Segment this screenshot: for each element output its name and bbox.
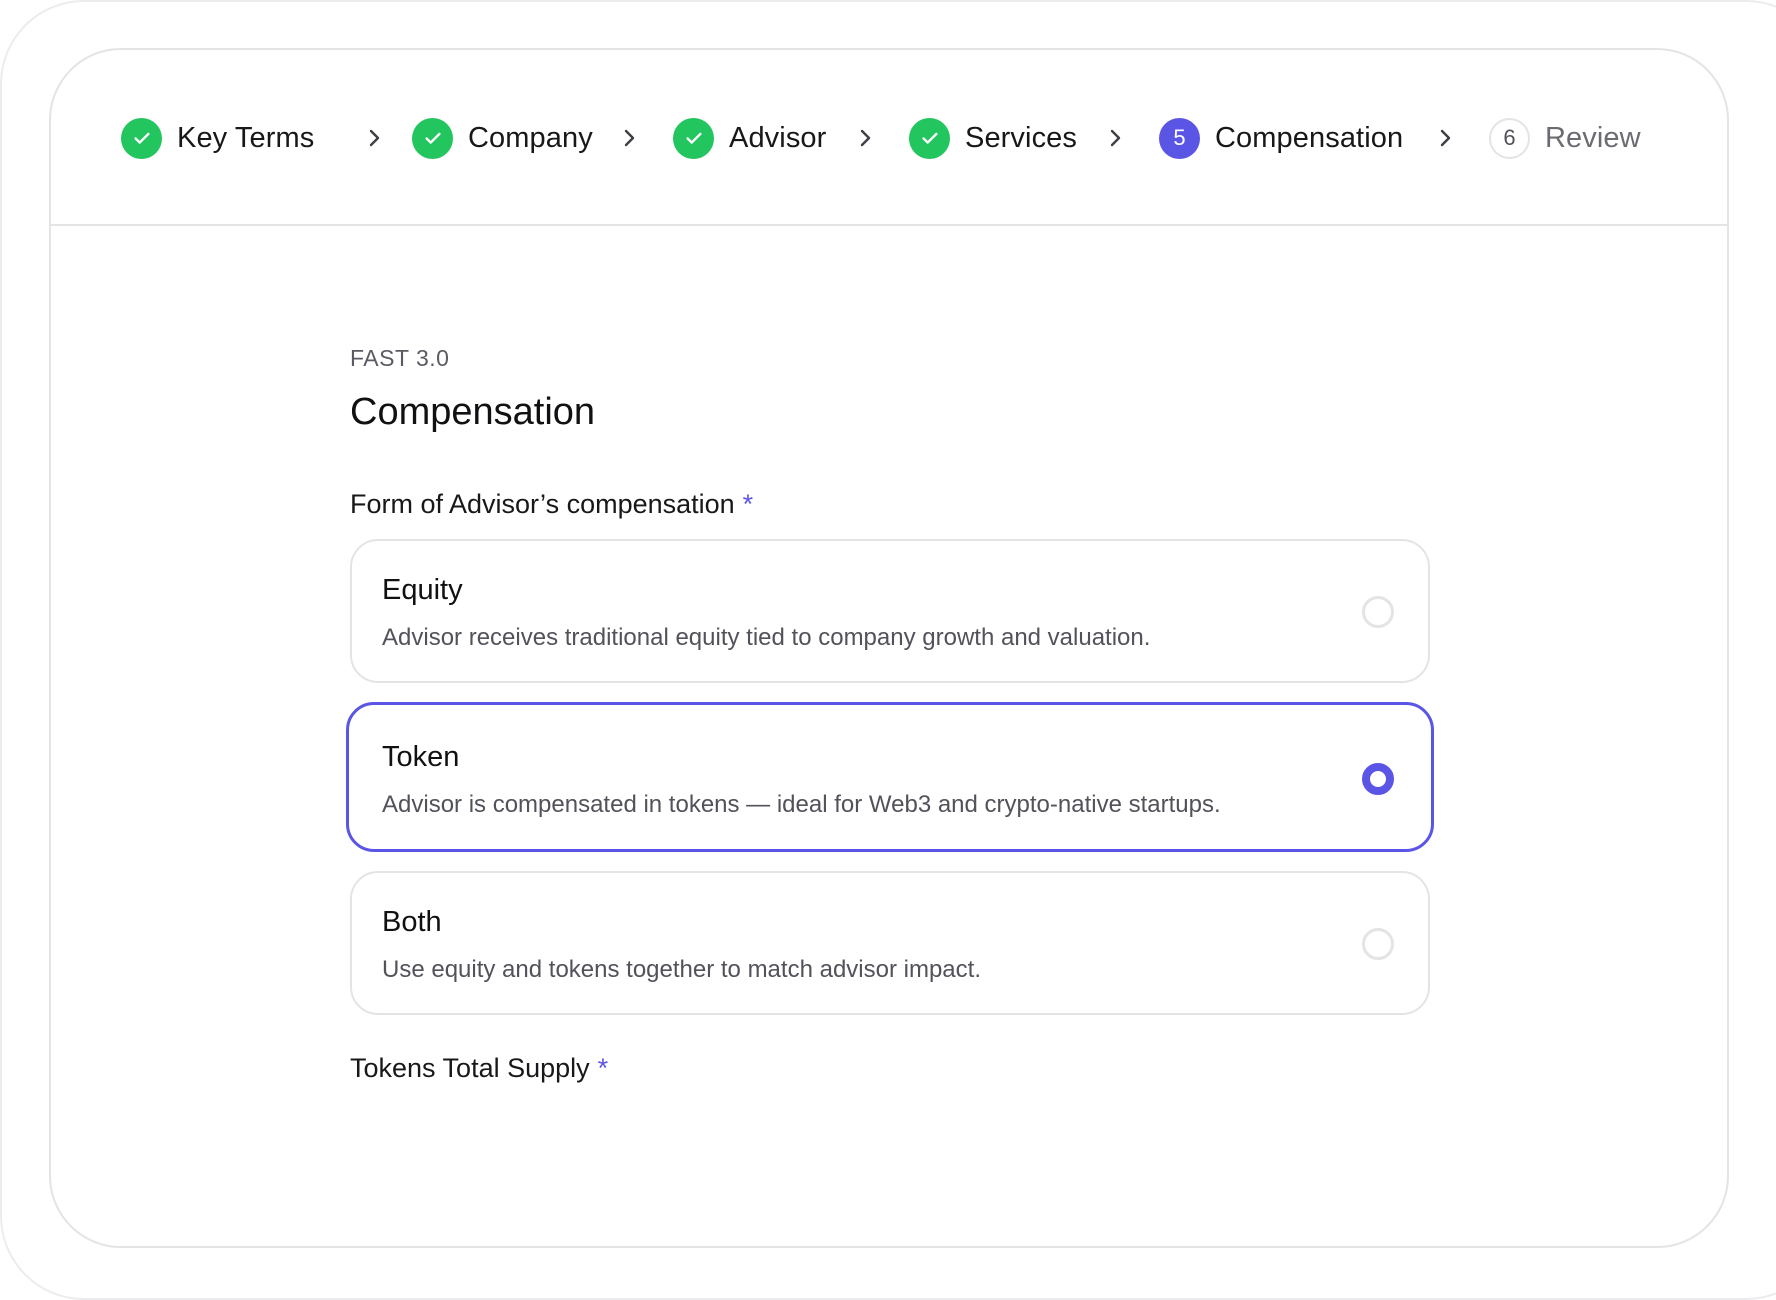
check-icon: [121, 117, 162, 159]
field-label-text: Form of Advisor’s compensation: [350, 489, 735, 519]
form-eyebrow: FAST 3.0: [350, 345, 450, 371]
step-review[interactable]: 6 Review: [1489, 117, 1641, 159]
option-title: Token: [382, 741, 460, 773]
token-supply-field-label: Tokens Total Supply *: [350, 1053, 1430, 1091]
compensation-options: Equity Advisor receives traditional equi…: [346, 539, 1434, 1015]
step-label: Advisor: [729, 121, 827, 154]
step-key-terms[interactable]: Key Terms: [121, 117, 314, 159]
check-icon: [673, 117, 714, 159]
chevron-right-icon: [1105, 126, 1127, 150]
compensation-form: FAST 3.0 Compensation Form of Advisor’s …: [346, 345, 1434, 1091]
step-compensation[interactable]: 5 Compensation: [1159, 117, 1403, 159]
option-both[interactable]: Both Use equity and tokens together to m…: [350, 871, 1430, 1015]
option-description: Use equity and tokens together to match …: [382, 956, 981, 983]
check-icon: [412, 117, 453, 159]
option-title: Equity: [382, 574, 463, 606]
step-advisor[interactable]: Advisor: [673, 117, 826, 159]
step-number-badge: 5: [1159, 117, 1200, 159]
radio-button-selected[interactable]: [1362, 763, 1394, 795]
step-services[interactable]: Services: [909, 117, 1077, 159]
field-label-text: Tokens Total Supply: [350, 1053, 590, 1083]
chevron-right-icon: [1435, 126, 1457, 150]
required-marker: *: [597, 1053, 609, 1083]
page-title: Compensation: [350, 391, 596, 433]
step-label: Compensation: [1215, 121, 1404, 154]
option-equity[interactable]: Equity Advisor receives traditional equi…: [350, 539, 1430, 683]
stepper: Key Terms Company Advisor Services 5 Com…: [51, 50, 1727, 226]
step-label: Review: [1545, 121, 1641, 154]
step-label: Company: [468, 121, 593, 154]
chevron-right-icon: [364, 126, 386, 150]
wizard-card: Key Terms Company Advisor Services 5 Com…: [49, 48, 1729, 1248]
option-description: Advisor receives traditional equity tied…: [382, 624, 1151, 651]
chevron-right-icon: [855, 126, 877, 150]
option-title: Both: [382, 906, 442, 938]
radio-button[interactable]: [1362, 596, 1394, 628]
radio-button[interactable]: [1362, 928, 1394, 960]
option-description: Advisor is compensated in tokens — ideal…: [382, 791, 1221, 818]
compensation-field-label: Form of Advisor’s compensation *: [350, 489, 1430, 527]
required-marker: *: [742, 489, 754, 519]
step-label: Key Terms: [177, 121, 315, 154]
step-label: Services: [965, 121, 1077, 154]
option-token[interactable]: Token Advisor is compensated in tokens —…: [346, 702, 1434, 852]
step-number-badge: 6: [1489, 117, 1530, 159]
step-company[interactable]: Company: [412, 117, 593, 159]
check-icon: [909, 117, 950, 159]
chevron-right-icon: [619, 126, 641, 150]
